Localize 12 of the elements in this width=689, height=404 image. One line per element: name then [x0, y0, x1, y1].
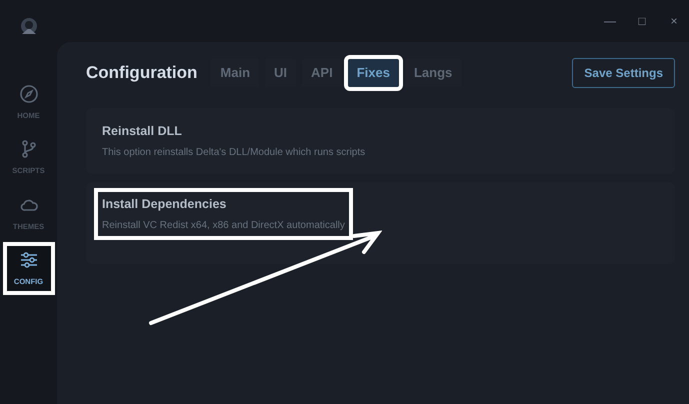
sliders-icon	[18, 250, 38, 270]
page-title: Configuration	[86, 62, 198, 84]
option-description: Reinstall VC Redist x64, x86 and DirectX automatically	[102, 218, 345, 232]
option-title: Reinstall DLL	[102, 123, 183, 140]
compass-icon	[18, 84, 38, 104]
minimize-button[interactable]: —	[601, 12, 619, 30]
option-description: This option reinstalls Delta's DLL/Module which runs scripts	[102, 146, 366, 160]
close-button[interactable]: ×	[665, 12, 683, 30]
tab[interactable]: Fixes	[348, 59, 399, 87]
option-title: Install Dependencies	[102, 196, 228, 213]
maximize-button[interactable]: □	[633, 12, 651, 30]
save-settings-button[interactable]: Save Settings	[572, 58, 675, 88]
